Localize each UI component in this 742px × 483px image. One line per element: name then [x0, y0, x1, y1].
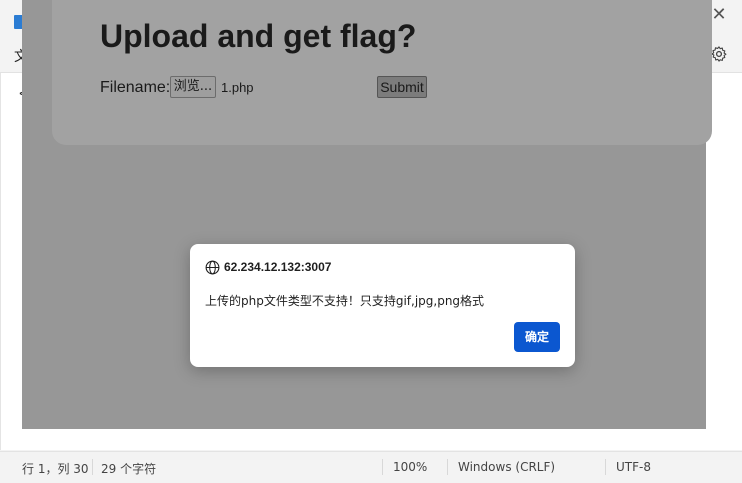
- status-zoom[interactable]: 100%: [393, 460, 427, 474]
- dialog-message: 上传的php文件类型不支持！只支持gif,jpg,png格式: [205, 294, 485, 308]
- status-bar: 行 1，列 30 29 个字符 100% Windows (CRLF) UTF-…: [0, 451, 742, 483]
- status-divider: [382, 459, 383, 475]
- status-divider: [605, 459, 606, 475]
- status-position: 行 1，列 30: [22, 462, 89, 476]
- status-char-count: 29 个字符: [101, 462, 157, 476]
- selected-file-name: 1.php: [221, 80, 254, 95]
- globe-icon: [205, 260, 220, 275]
- status-line-ending[interactable]: Windows (CRLF): [458, 460, 555, 474]
- filename-label: Filename:: [100, 79, 171, 96]
- gear-icon[interactable]: [710, 45, 728, 63]
- status-encoding[interactable]: UTF-8: [616, 460, 651, 474]
- alert-dialog: 62.234.12.132:3007 上传的php文件类型不支持！只支持gif,…: [190, 244, 575, 367]
- ok-button[interactable]: 确定: [514, 322, 560, 352]
- close-icon[interactable]: ✕: [710, 4, 728, 24]
- status-divider: [447, 459, 448, 475]
- submit-button[interactable]: Submit: [377, 76, 427, 98]
- page-title: Upload and get flag?: [100, 18, 417, 54]
- status-divider: [92, 459, 93, 475]
- browse-button[interactable]: 浏览...: [170, 76, 216, 98]
- dialog-origin: 62.234.12.132:3007: [224, 260, 332, 274]
